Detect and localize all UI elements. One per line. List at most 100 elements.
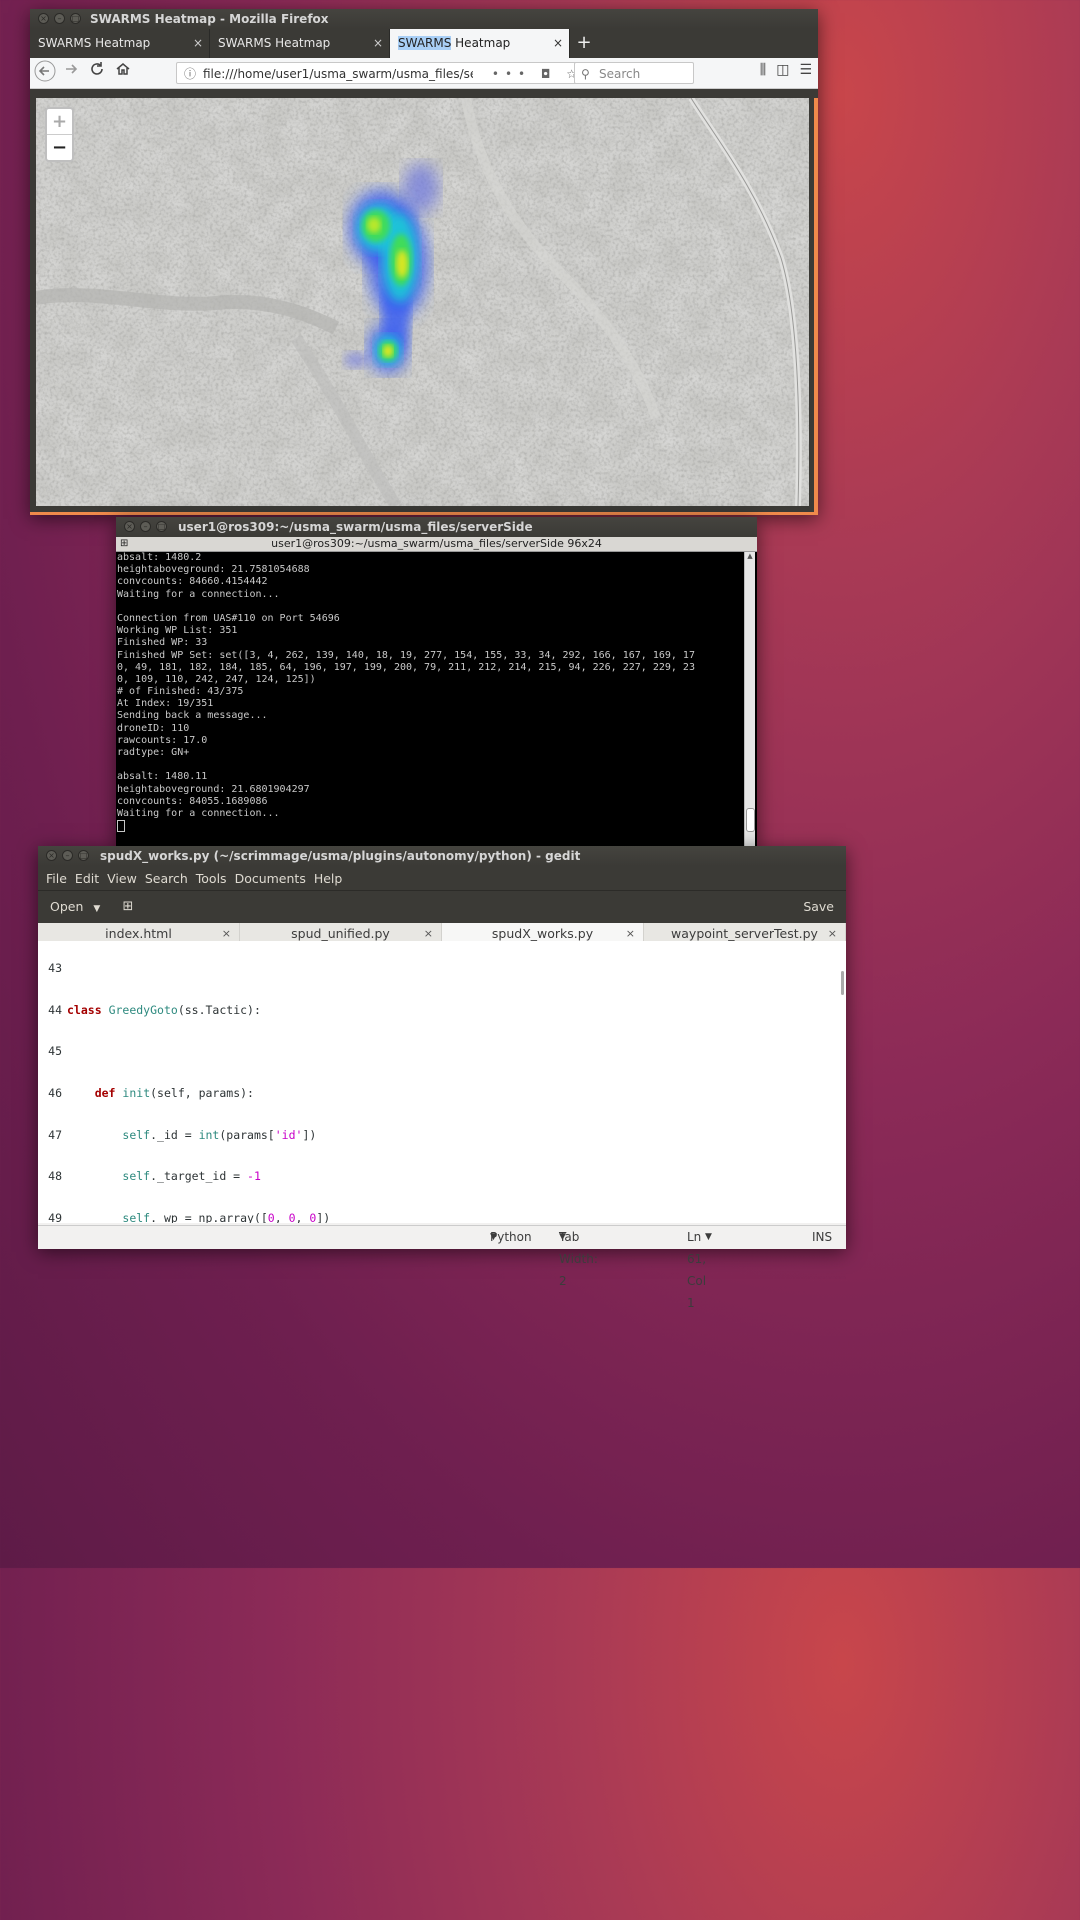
hamburger-menu-icon[interactable]: ☰ xyxy=(799,62,812,78)
home-icon[interactable] xyxy=(110,60,136,86)
open-button[interactable]: Open ▼ xyxy=(44,896,106,918)
firefox-titlebar[interactable]: × – □ SWARMS Heatmap - Mozilla Firefox xyxy=(30,9,818,29)
terminal-line: absalt: 1480.2 xyxy=(117,552,202,563)
browser-tab[interactable]: SWARMS Heatmap × xyxy=(30,29,210,58)
browser-tab-label: Heatmap xyxy=(451,36,511,50)
chevron-down-icon: ▼ xyxy=(490,1232,497,1242)
info-icon[interactable]: ⓘ xyxy=(184,63,196,85)
code-editor[interactable]: 43 44 class GreedyGoto(ss.Tactic): 45 46 … xyxy=(38,941,846,1223)
terminal-line: Waiting for a connection... xyxy=(117,588,280,600)
heatmap-map[interactable]: + − xyxy=(36,98,809,506)
editor-scrollbar[interactable] xyxy=(841,971,844,995)
code-line: 45 xyxy=(38,1044,846,1059)
toolbar-right-icons: ⫼ ◫ ☰ xyxy=(760,62,812,78)
scroll-up-icon[interactable]: ▲ xyxy=(745,552,755,562)
terminal-cursor xyxy=(117,820,125,833)
sidebar-icon[interactable]: ◫ xyxy=(776,62,789,78)
new-document-icon[interactable]: ⊞ xyxy=(118,897,138,917)
search-input[interactable]: ⚲ Search xyxy=(574,62,694,84)
gedit-window: × – □ spudX_works.py (~/scrimmage/usma/p… xyxy=(38,846,846,1310)
save-button[interactable]: Save xyxy=(797,896,840,918)
window-controls: × – □ xyxy=(38,13,81,24)
window-controls: × – □ xyxy=(124,521,167,532)
insert-mode-indicator: INS xyxy=(812,1230,833,1244)
close-window-button[interactable]: × xyxy=(38,13,49,24)
firefox-window-title: SWARMS Heatmap - Mozilla Firefox xyxy=(90,12,329,26)
terminal-line: rawcounts: 17.0 xyxy=(117,734,208,746)
open-button-label: Open xyxy=(50,899,84,914)
terminal-line: Connection from UAS#110 on Port 54696 xyxy=(117,612,340,624)
terminal-line: heightaboveground: 21.7581054688 xyxy=(117,564,310,576)
navigation-toolbar: ⓘ file:///home/user1/usma_swarm/usma_fil… xyxy=(30,58,818,89)
chevron-down-icon: ▼ xyxy=(93,904,101,914)
url-text[interactable]: file:///home/user1/usma_swarm/usma_files… xyxy=(203,63,473,85)
terminal-line: Finished WP Set: set([3, 4, 262, 139, 14… xyxy=(117,649,695,661)
menu-file[interactable]: File xyxy=(46,871,67,886)
reload-icon[interactable] xyxy=(84,60,110,86)
menu-documents[interactable]: Documents xyxy=(235,871,306,886)
terminal-line: Waiting for a connection... xyxy=(117,807,280,819)
close-tab-icon[interactable]: × xyxy=(193,29,203,58)
search-icon: ⚲ xyxy=(581,67,590,81)
terminal-line: # of Finished: 43/375 xyxy=(117,686,244,698)
terminal-line: At Index: 19/351 xyxy=(117,698,214,710)
terminal-line: convcounts: 84055.1689086 xyxy=(117,795,268,807)
terminal-scrollbar[interactable]: ▲ xyxy=(744,552,755,846)
satellite-map-image[interactable] xyxy=(36,98,809,506)
browser-tab[interactable]: SWARMS Heatmap × xyxy=(210,29,390,58)
terminal-titlebar[interactable]: × – □ user1@ros309:~/usma_swarm/usma_fil… xyxy=(116,517,757,537)
scrollbar-thumb[interactable] xyxy=(746,808,755,832)
forward-arrow-icon[interactable] xyxy=(58,60,84,86)
gedit-toolbar: Open ▼ ⊞ Save xyxy=(38,890,846,923)
terminal-line: Sending back a message... xyxy=(117,710,268,722)
menu-search[interactable]: Search xyxy=(145,871,188,886)
minimize-window-button[interactable]: – xyxy=(140,521,151,532)
maximize-window-button[interactable]: □ xyxy=(78,850,89,861)
cursor-position-label: Ln 61, Col 1 xyxy=(687,1230,707,1310)
window-controls: × – □ xyxy=(46,850,89,861)
terminal-tab-icon: ⊞ xyxy=(120,538,129,549)
map-zoom-control: + − xyxy=(45,107,74,162)
document-tab-label: spudX_works.py xyxy=(491,926,594,941)
menu-edit[interactable]: Edit xyxy=(75,871,99,886)
menu-tools[interactable]: Tools xyxy=(196,871,227,886)
zoom-in-button[interactable]: + xyxy=(47,109,72,135)
page-action-icons[interactable]: ••• ◘ ☆ xyxy=(492,63,583,85)
line-number: 45 xyxy=(48,1044,62,1059)
close-window-button[interactable]: × xyxy=(46,850,57,861)
terminal-line: Working WP List: 351 xyxy=(117,625,238,637)
code-line: 46 def init(self, params): xyxy=(38,1086,846,1101)
library-icon[interactable]: ⫼ xyxy=(760,62,766,78)
menu-help[interactable]: Help xyxy=(314,871,343,886)
terminal-line: radtype: GN+ xyxy=(117,747,190,758)
terminal-line: droneID: 110 xyxy=(117,722,190,734)
firefox-border-accent xyxy=(814,98,818,512)
gedit-titlebar[interactable]: × – □ spudX_works.py (~/scrimmage/usma/p… xyxy=(38,846,846,866)
terminal-line: Finished WP: 33 xyxy=(117,637,208,649)
terminal-line: 0, 109, 110, 242, 247, 124, 125]) xyxy=(117,673,316,685)
code-lines: 43 44 class GreedyGoto(ss.Tactic): 45 46 … xyxy=(38,941,846,1223)
browser-tab-active[interactable]: SWARMS Heatmap × xyxy=(390,29,570,58)
line-number: 47 xyxy=(48,1127,62,1142)
search-placeholder: Search xyxy=(599,67,641,81)
browser-tab-label: SWARMS Heatmap xyxy=(38,36,151,50)
url-bar[interactable]: ⓘ file:///home/user1/usma_swarm/usma_fil… xyxy=(176,62,590,84)
line-number: 49 xyxy=(48,1211,62,1223)
close-tab-icon[interactable]: × xyxy=(553,29,563,58)
minimize-window-button[interactable]: – xyxy=(54,13,65,24)
back-arrow-icon[interactable] xyxy=(32,60,58,86)
maximize-window-button[interactable]: □ xyxy=(156,521,167,532)
maximize-window-button[interactable]: □ xyxy=(70,13,81,24)
close-window-button[interactable]: × xyxy=(124,521,135,532)
close-tab-icon[interactable]: × xyxy=(373,29,383,58)
code-line: 49 self._wp = np.array([0, 0, 0]) xyxy=(38,1211,846,1223)
minimize-window-button[interactable]: – xyxy=(62,850,73,861)
terminal-output[interactable]: absalt: 1480.2 heightaboveground: 21.7581… xyxy=(117,552,745,846)
menu-view[interactable]: View xyxy=(107,871,137,886)
terminal-window-title: user1@ros309:~/usma_swarm/usma_files/ser… xyxy=(178,520,533,534)
zoom-out-button[interactable]: − xyxy=(47,135,72,160)
terminal-line: heightaboveground: 21.6801904297 xyxy=(117,783,310,795)
new-tab-button[interactable]: + xyxy=(570,29,598,58)
code-line: 48 self._target_id = -1 xyxy=(38,1169,846,1184)
browser-tab-strip: SWARMS Heatmap × SWARMS Heatmap × SWARMS… xyxy=(30,29,818,58)
